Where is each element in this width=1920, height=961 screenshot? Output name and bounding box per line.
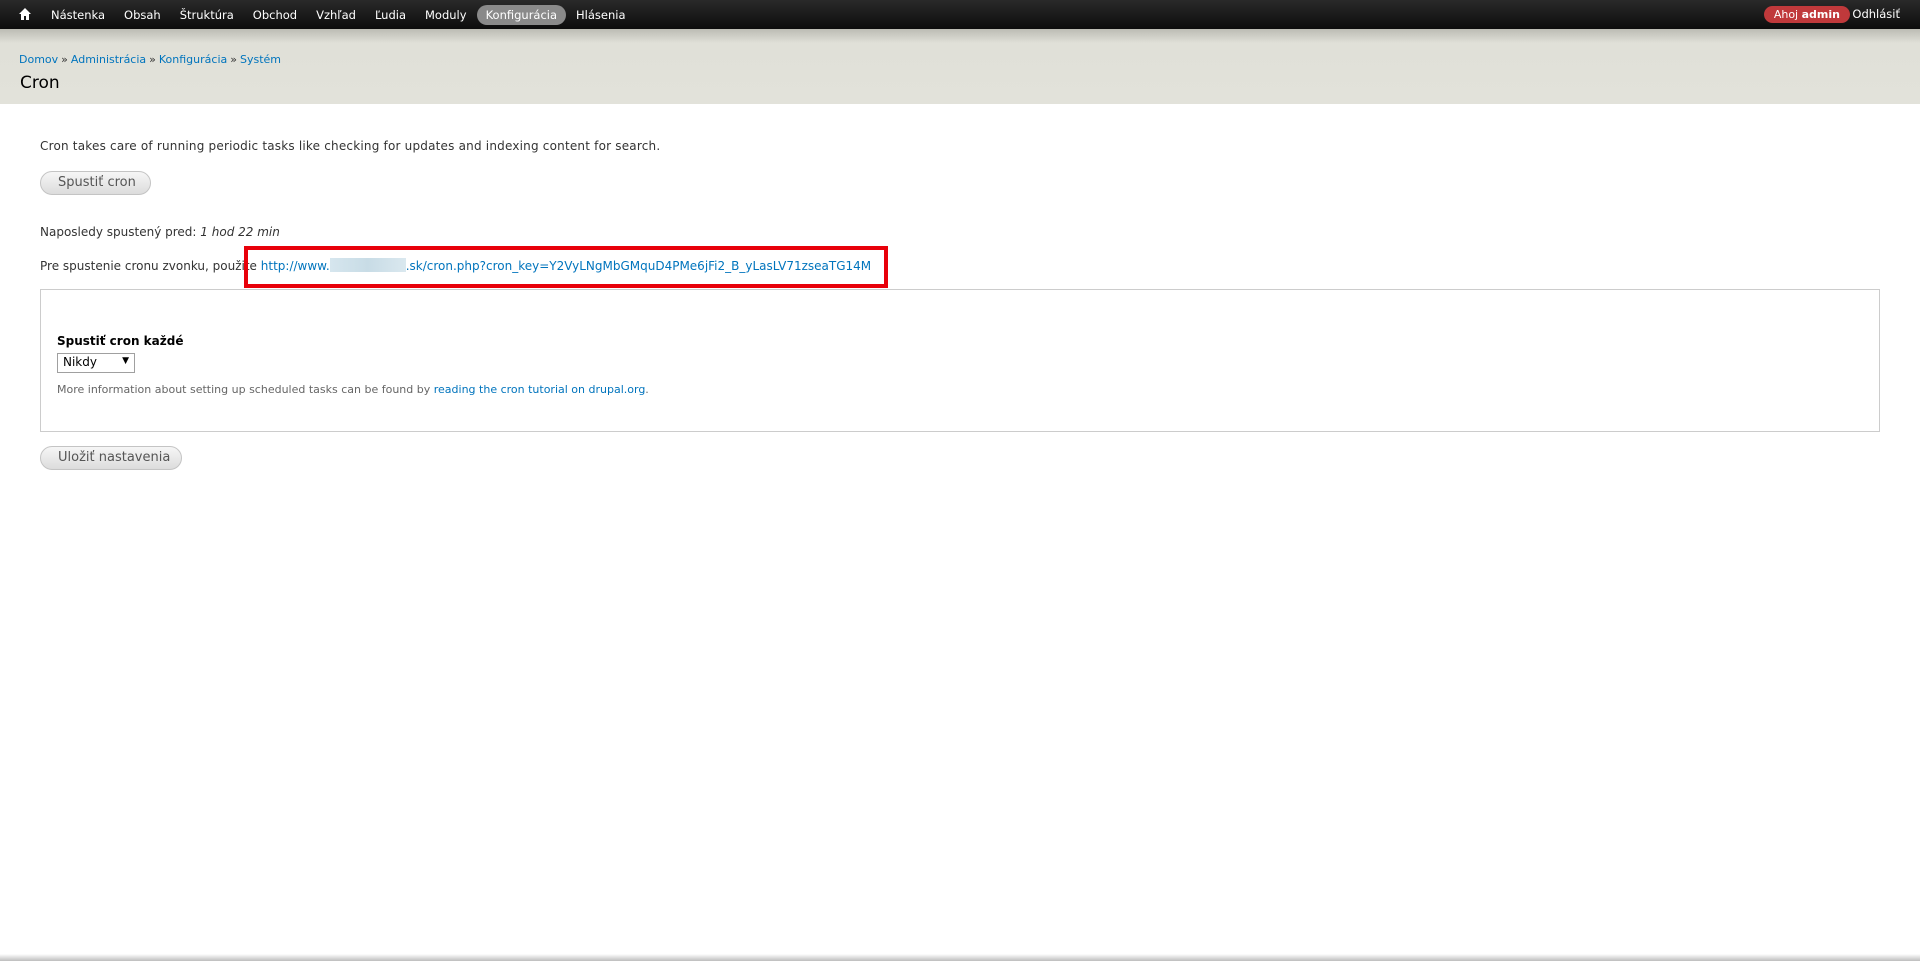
cron-help-text: More information about setting up schedu… (57, 383, 649, 396)
menu-item-modules[interactable]: Moduly (416, 5, 476, 25)
breadcrumb-separator: » (230, 53, 237, 66)
cron-settings-fieldset: Spustiť cron každé Nikdy ▼ More informat… (40, 289, 1880, 432)
menu-item-dashboard[interactable]: Nástenka (42, 5, 114, 25)
admin-toolbar: Nástenka Obsah Štruktúra Obchod Vzhľad Ľ… (0, 0, 1920, 29)
highlight-box (244, 246, 888, 288)
help-text: More information about setting up schedu… (57, 383, 431, 396)
menu-item-appearance[interactable]: Vzhľad (307, 5, 365, 25)
breadcrumb-home[interactable]: Domov (19, 53, 58, 66)
menu-item-reports[interactable]: Hlásenia (567, 5, 635, 25)
breadcrumb-separator: » (61, 53, 68, 66)
menu-item-structure[interactable]: Štruktúra (171, 5, 243, 25)
save-settings-button[interactable]: Uložiť nastavenia (40, 446, 182, 470)
greeting-text: Ahoj (1773, 8, 1799, 21)
breadcrumb-configuration[interactable]: Konfigurácia (159, 53, 227, 66)
cron-tutorial-link[interactable]: reading the cron tutorial on drupal.org (434, 383, 646, 396)
run-cron-every-label: Spustiť cron každé (57, 334, 184, 348)
page-header: Domov» Administrácia» Konfigurácia» Systém … (0, 29, 1920, 104)
help-end: . (645, 383, 649, 396)
run-cron-every-select[interactable]: Nikdy ▼ (57, 353, 135, 373)
breadcrumb-separator: » (149, 53, 156, 66)
breadcrumb-system[interactable]: Systém (240, 53, 281, 66)
bottom-shadow (0, 954, 1920, 961)
logout-link[interactable]: Odhlásiť (1852, 7, 1900, 21)
external-cron-label: Pre spustenie cronu zvonku, použite (40, 259, 257, 273)
cron-description: Cron takes care of running periodic task… (40, 139, 661, 153)
menu-item-store[interactable]: Obchod (244, 5, 306, 25)
home-icon[interactable] (18, 7, 32, 21)
last-run-value: 1 hod 22 min (200, 225, 280, 239)
dropdown-arrow-icon: ▼ (122, 356, 129, 366)
breadcrumb-administration[interactable]: Administrácia (71, 53, 146, 66)
menu-item-content[interactable]: Obsah (115, 5, 170, 25)
last-run-label: Naposledy spustený pred: (40, 225, 197, 239)
breadcrumb: Domov» Administrácia» Konfigurácia» Systém (19, 53, 281, 66)
select-value: Nikdy (63, 355, 97, 369)
run-cron-button[interactable]: Spustiť cron (40, 171, 151, 195)
last-run-text: Naposledy spustený pred: 1 hod 22 min (40, 225, 280, 239)
toolbar-menu: Nástenka Obsah Štruktúra Obchod Vzhľad Ľ… (42, 0, 636, 29)
page-title: Cron (20, 73, 60, 93)
menu-item-configuration[interactable]: Konfigurácia (476, 4, 567, 25)
username: admin (1801, 8, 1840, 21)
menu-item-people[interactable]: Ľudia (366, 5, 415, 25)
user-greeting-badge[interactable]: Ahoj admin (1763, 6, 1850, 23)
